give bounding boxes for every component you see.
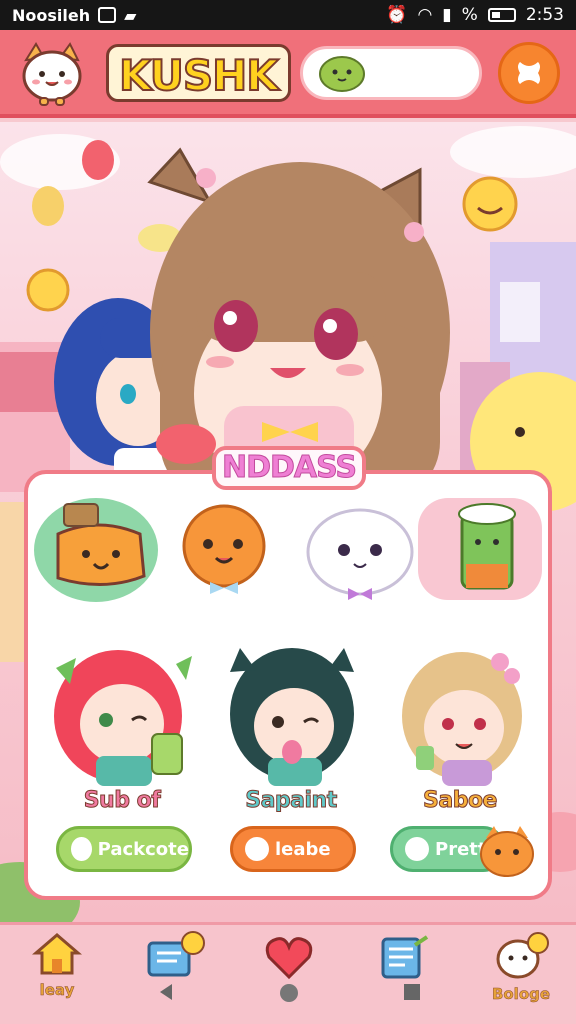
mascot-logo-icon[interactable] [18, 40, 86, 106]
notebook-icon [381, 935, 429, 979]
clock: 2:53 [525, 5, 564, 25]
bottom-navigation: leay Bologe [0, 922, 576, 1024]
nav-profile[interactable]: Bologe [488, 931, 554, 1021]
recents-icon[interactable] [402, 982, 422, 1002]
wifi-icon: ◠ [417, 5, 433, 25]
sticker-white-cat[interactable] [302, 500, 418, 602]
mascot-profile-icon [496, 932, 549, 979]
back-icon[interactable] [156, 982, 176, 1002]
message-icon [147, 931, 205, 977]
battery-icon [487, 8, 516, 22]
nav-profile-label: Bologe [491, 985, 551, 1004]
sticker-hat-blob[interactable] [34, 494, 162, 606]
character-1-action-label: Packcote [97, 838, 189, 860]
character-1-action-button[interactable]: Packcote [56, 826, 192, 872]
character-2-action-label: leabe [275, 838, 331, 860]
green-blob-icon [319, 56, 365, 92]
home-circle-icon[interactable] [278, 982, 300, 1004]
nav-favorites[interactable] [256, 931, 322, 1021]
signal-text: % [461, 5, 478, 25]
character-2-action-button[interactable]: leabe [230, 826, 356, 872]
sticker-orange-cat[interactable] [168, 500, 278, 596]
close-icon [518, 62, 540, 84]
home-icon [32, 933, 82, 975]
orange-cat-icon [480, 826, 534, 877]
heart-icon [405, 837, 429, 861]
signal-icon: ▮ [442, 5, 452, 25]
sticker-green-cup[interactable] [418, 494, 542, 604]
notification-icon [98, 7, 117, 23]
nav-notes[interactable] [370, 931, 436, 1021]
character-name-2: Sapaint [245, 788, 338, 814]
alarm-icon: ⏰ [386, 5, 408, 25]
nav-home-label: leay [39, 981, 75, 1000]
character-red-hair-portrait[interactable] [46, 638, 196, 788]
close-button[interactable] [498, 42, 560, 104]
carrier-label: Noosileh [12, 5, 91, 25]
app-title: KUSHK [106, 44, 291, 102]
app-header: KUSHK [0, 30, 576, 118]
nav-home[interactable]: leay [24, 931, 90, 1021]
nav-messages[interactable] [142, 931, 208, 1021]
character-name-3: Saboe [423, 788, 498, 814]
panel-title: NDDASS [212, 446, 366, 490]
heart-icon [265, 937, 313, 980]
cast-icon: ▰ [124, 5, 137, 25]
heart-icon [71, 837, 92, 861]
character-name-1: Sub of [83, 788, 161, 814]
status-bar: Noosileh ▰ ⏰ ◠ ▮ % 2:53 [0, 0, 576, 30]
heart-icon [245, 837, 269, 861]
character-dark-hair-portrait[interactable] [216, 634, 366, 786]
character-blonde-hair-portrait[interactable] [392, 640, 534, 786]
